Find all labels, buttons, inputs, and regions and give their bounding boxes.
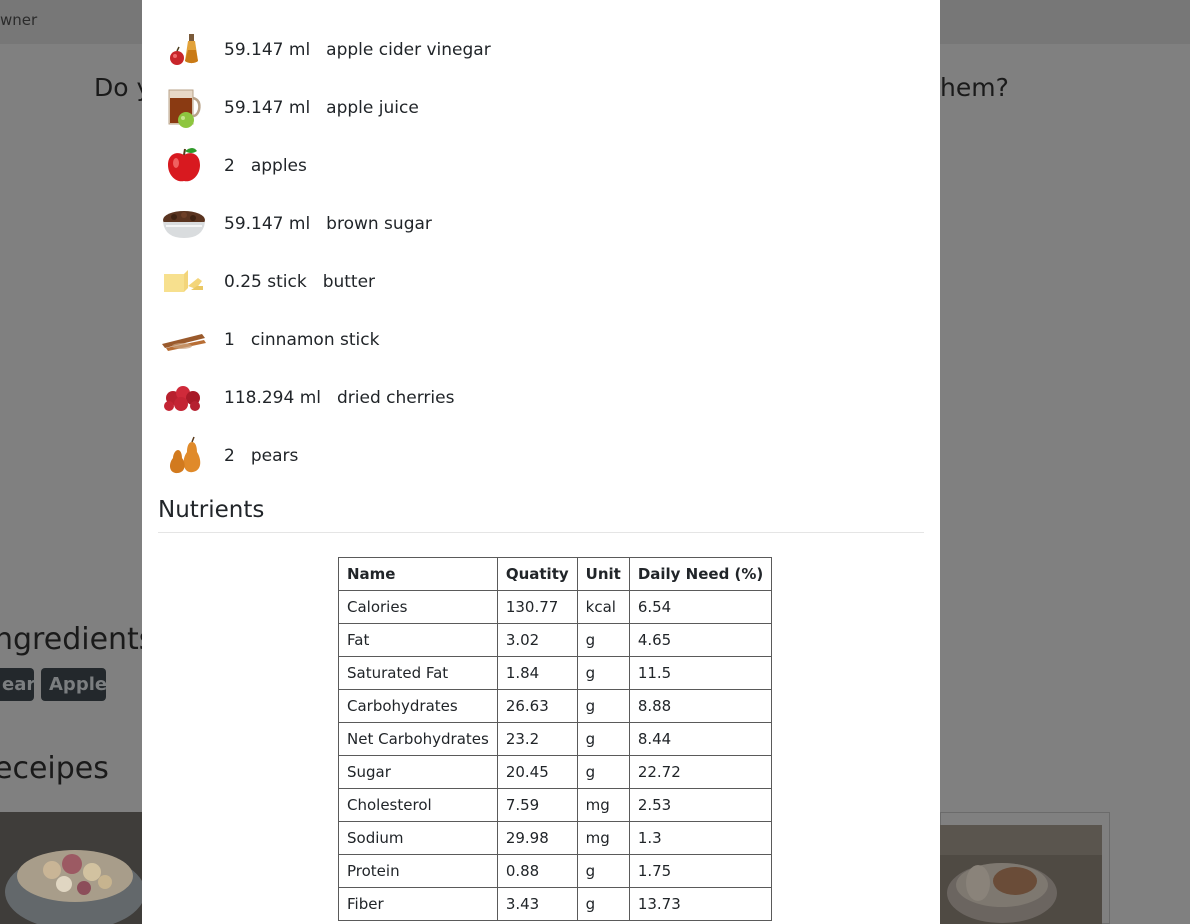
table-row: Net Carbohydrates 23.2 g 8.44 [338,722,773,756]
cell-daily-need: 2.53 [628,788,773,822]
cell-quantity: 7.59 [496,788,578,822]
cell-daily-need: 4.65 [628,623,773,657]
cell-quantity: 23.2 [496,722,578,756]
ingredient-item: 59.147 ml apple juice [158,83,419,133]
table-row: Saturated Fat 1.84 g 11.5 [338,656,773,690]
cell-unit: g [576,722,630,756]
cell-unit: g [576,854,630,888]
dried-cherries-icon [158,373,210,423]
cell-daily-need: 1.3 [628,821,773,855]
column-header-quantity: Quatity [496,557,578,591]
cell-name: Calories [338,590,498,624]
cell-unit: g [576,656,630,690]
cell-name: Protein [338,854,498,888]
cell-daily-need: 6.54 [628,590,773,624]
ingredient-quantity: 118.294 ml [224,388,321,408]
table-row: Fiber 3.43 g 13.73 [338,887,773,921]
cell-unit: kcal [576,590,630,624]
background-ingredients-heading: ngredients [0,622,155,657]
cell-unit: mg [576,821,630,855]
ingredient-item: 59.147 ml brown sugar [158,199,432,249]
cell-name: Fat [338,623,498,657]
nutrients-divider [158,532,924,533]
cell-unit: g [576,755,630,789]
cell-name: Saturated Fat [338,656,498,690]
table-row: Cholesterol 7.59 mg 2.53 [338,788,773,822]
butter-icon [158,257,210,307]
cell-name: Carbohydrates [338,689,498,723]
brown-sugar-bowl-icon [158,199,210,249]
ingredient-quantity: 2 [224,446,235,466]
column-header-unit: Unit [576,557,630,591]
cell-daily-need: 13.73 [628,887,773,921]
ingredient-quantity: 59.147 ml [224,214,311,234]
juice-pitcher-icon [158,83,210,133]
cinnamon-stick-icon [158,315,210,365]
ingredient-item: 118.294 ml dried cherries [158,373,454,423]
ingredient-name: apple cider vinegar [326,40,491,60]
cell-unit: g [576,689,630,723]
cell-unit: mg [576,788,630,822]
cell-quantity: 29.98 [496,821,578,855]
cell-quantity: 3.43 [496,887,578,921]
background-recipes-heading: eceipes [0,751,109,786]
cell-unit: g [576,623,630,657]
ingredient-item: 1 cinnamon stick [158,315,379,365]
table-row: Carbohydrates 26.63 g 8.88 [338,689,773,723]
ingredient-quantity: 59.147 ml [224,40,311,60]
ingredient-name: butter [322,272,376,292]
ingredient-name: pears [250,446,299,466]
recipe-modal: 59.147 ml apple cider vinegar 59.147 ml ap… [142,0,940,924]
cell-name: Net Carbohydrates [338,722,498,756]
cell-quantity: 130.77 [496,590,578,624]
cell-daily-need: 22.72 [628,755,773,789]
cell-name: Sodium [338,821,498,855]
apple-icon [158,141,210,191]
ingredient-quantity: 0.25 stick [224,272,307,292]
nutrients-table: Name Quatity Unit Daily Need (%) Calorie… [338,557,773,921]
ingredient-name: cinnamon stick [250,330,380,350]
cell-quantity: 1.84 [496,656,578,690]
cell-daily-need: 8.88 [628,689,773,723]
ingredient-item: 2 pears [158,431,298,481]
table-row: Fat 3.02 g 4.65 [338,623,773,657]
ingredient-name: dried cherries [337,388,455,408]
cell-name: Fiber [338,887,498,921]
table-row: Protein 0.88 g 1.75 [338,854,773,888]
cell-unit: g [576,887,630,921]
table-row: Calories 130.77 kcal 6.54 [338,590,773,624]
cell-quantity: 3.02 [496,623,578,657]
recipe-card-image-bowl[interactable] [940,825,1102,924]
ingredient-name: apple juice [326,98,419,118]
ingredient-item: 59.147 ml apple cider vinegar [158,25,491,75]
vinegar-bottle-icon [158,25,210,75]
ingredient-name: brown sugar [326,214,432,234]
ingredient-name: apples [250,156,307,176]
table-row: Sugar 20.45 g 22.72 [338,755,773,789]
column-header-daily-need: Daily Need (%) [628,557,773,591]
ingredient-item: 2 apples [158,141,307,191]
navbar-owner-text: wner [0,11,38,29]
cell-quantity: 0.88 [496,854,578,888]
recipe-card-image-salad[interactable] [0,812,142,924]
table-row: Sodium 29.98 mg 1.3 [338,821,773,855]
ingredient-tag-apple[interactable]: Apple [41,668,107,701]
ingredient-quantity: 59.147 ml [224,98,311,118]
table-header-row: Name Quatity Unit Daily Need (%) [338,557,773,591]
cell-quantity: 20.45 [496,755,578,789]
cell-daily-need: 1.75 [628,854,773,888]
pear-icon [158,431,210,481]
cell-name: Sugar [338,755,498,789]
cell-name: Cholesterol [338,788,498,822]
cell-daily-need: 11.5 [628,656,773,690]
ingredient-item: 0.25 stick butter [158,257,375,307]
nutrients-heading: Nutrients [158,497,265,523]
background-question-right: hem? [940,73,1009,102]
ingredient-quantity: 1 [224,330,235,350]
ingredient-tag-pear[interactable]: ear [0,668,35,701]
ingredient-quantity: 2 [224,156,235,176]
column-header-name: Name [338,557,498,591]
cell-daily-need: 8.44 [628,722,773,756]
cell-quantity: 26.63 [496,689,578,723]
